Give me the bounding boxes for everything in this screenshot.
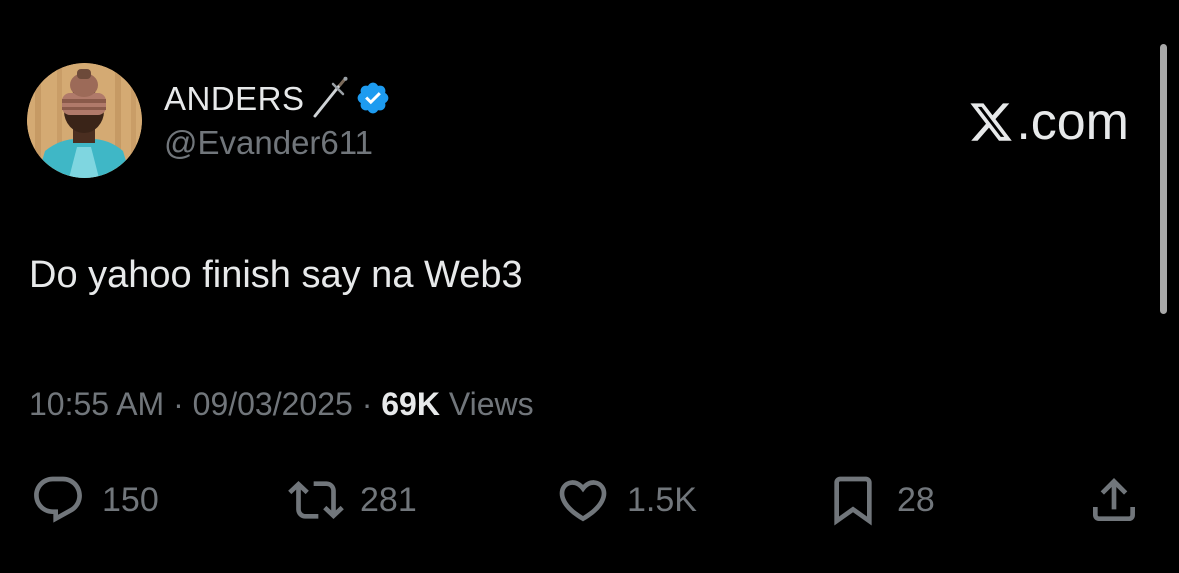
tweet-text: Do yahoo finish say na Web3 xyxy=(29,254,523,296)
author-handle[interactable]: @Evander611 xyxy=(164,126,373,159)
meta-separator: · xyxy=(361,386,373,422)
author-name-row[interactable]: ANDERS xyxy=(164,76,391,120)
meta-separator: · xyxy=(173,386,184,422)
repost-button[interactable]: 281 xyxy=(288,470,417,530)
tweet-time[interactable]: 10:55 AM xyxy=(29,386,164,422)
action-bar: 150 281 1.5K 28 xyxy=(0,470,1179,530)
repost-count: 281 xyxy=(360,480,417,519)
like-button[interactable]: 1.5K xyxy=(555,470,697,530)
avatar-photo-icon xyxy=(27,63,142,178)
scrollbar[interactable] xyxy=(1160,44,1167,314)
brand-watermark: .com xyxy=(968,96,1129,148)
views-count[interactable]: 69K xyxy=(381,386,440,422)
brand-label: .com xyxy=(1016,93,1129,151)
verified-badge-icon xyxy=(357,82,388,114)
bookmark-button[interactable]: 28 xyxy=(825,470,935,530)
sword-emoji-icon xyxy=(313,76,348,118)
heart-icon xyxy=(559,480,607,522)
bookmark-icon xyxy=(834,476,872,526)
bookmark-count: 28 xyxy=(897,480,935,519)
views-label: Views xyxy=(448,386,534,422)
share-icon xyxy=(1093,478,1135,521)
display-name[interactable]: ANDERS xyxy=(164,82,305,115)
avatar[interactable] xyxy=(27,63,142,178)
reply-icon xyxy=(34,476,82,523)
share-button[interactable] xyxy=(1086,470,1142,530)
tweet-meta: 10:55 AM · 09/03/2025 · 69K Views xyxy=(29,385,534,423)
reply-button[interactable]: 150 xyxy=(30,470,159,530)
reply-count: 150 xyxy=(102,480,159,519)
repost-icon xyxy=(288,481,344,519)
like-count: 1.5K xyxy=(627,480,697,519)
tweet-date[interactable]: 09/03/2025 xyxy=(193,386,353,422)
x-logo-icon xyxy=(970,103,1013,141)
